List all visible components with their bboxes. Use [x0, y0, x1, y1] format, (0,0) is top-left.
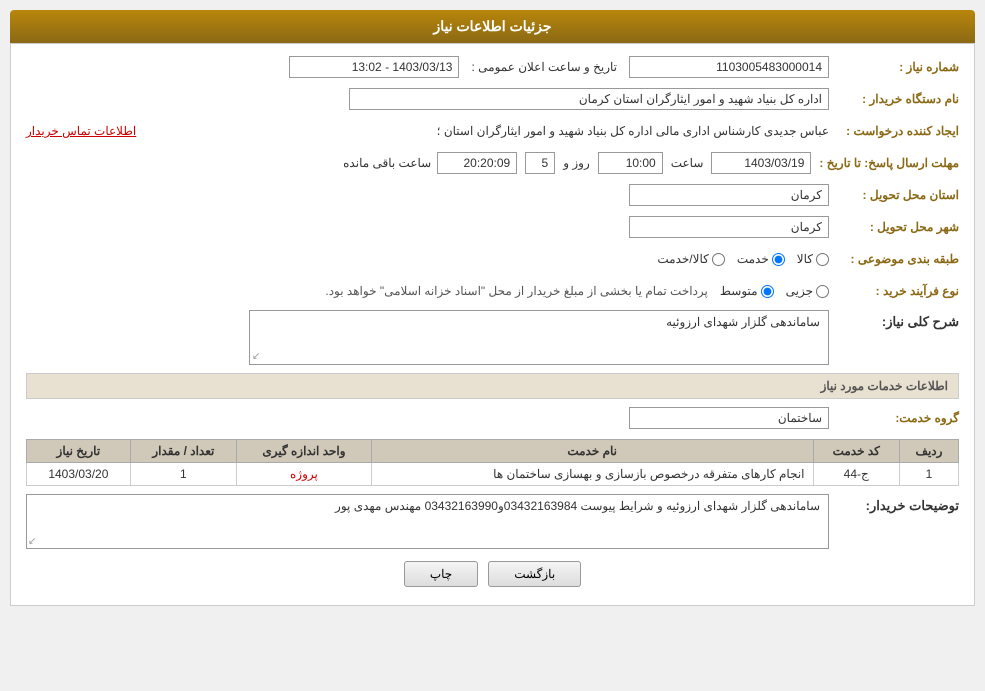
requester-row: ایجاد کننده درخواست : عباس جدیدی کارشناس… [26, 118, 959, 144]
requester-label: ایجاد کننده درخواست : [829, 124, 959, 138]
category-radio-khedmat[interactable] [772, 253, 785, 266]
province-value: کرمان [791, 188, 822, 202]
service-group-label: گروه خدمت: [829, 411, 959, 425]
province-row: استان محل تحویل : کرمان [26, 182, 959, 208]
category-label-kala-khedmat: کالا/خدمت [657, 252, 708, 266]
general-desc-box: ساماندهی گلزار شهدای ارزوئیه ↙ [249, 310, 829, 365]
buyer-org-label: نام دستگاه خریدار : [829, 92, 959, 106]
requester-value: عباس جدیدی کارشناس اداری مالی اداره کل ب… [136, 124, 829, 138]
deadline-days: 5 [542, 156, 549, 170]
purchase-type-label-motavasset: متوسط [720, 284, 758, 298]
purchase-type-label-jozii: جزیی [786, 284, 813, 298]
col-service-name: نام خدمت [371, 440, 813, 463]
deadline-row: مهلت ارسال پاسخ: تا تاریخ : 1403/03/19 س… [26, 150, 959, 176]
general-desc-value: ساماندهی گلزار شهدای ارزوئیه [666, 315, 820, 329]
need-number-value: 1103005483000014 [716, 60, 822, 74]
deadline-remaining: 20:20:09 [464, 156, 511, 170]
cell-date: 1403/03/20 [27, 463, 131, 486]
category-radio-kala[interactable] [816, 253, 829, 266]
page-title: جزئیات اطلاعات نیاز [433, 18, 551, 34]
col-unit: واحد اندازه گیری [237, 440, 372, 463]
cell-row-num: 1 [899, 463, 958, 486]
category-label-kala: کالا [797, 252, 813, 266]
purchase-type-label: نوع فرآیند خرید : [829, 284, 959, 298]
buyer-notes-value: ساماندهی گلزار شهدای ارزوئیه و شرایط پیو… [335, 499, 820, 513]
resize-handle: ↙ [252, 351, 260, 362]
purchase-type-radio-jozii[interactable] [816, 285, 829, 298]
cell-quantity: 1 [130, 463, 236, 486]
col-quantity: تعداد / مقدار [130, 440, 236, 463]
deadline-remaining-box: 20:20:09 [437, 152, 517, 174]
col-row-num: ردیف [899, 440, 958, 463]
col-date: تاریخ نیاز [27, 440, 131, 463]
announcement-label: تاریخ و ساعت اعلان عمومی : [471, 60, 617, 74]
need-number-row: شماره نیاز : 1103005483000014 تاریخ و سا… [26, 54, 959, 80]
deadline-time-label: ساعت [671, 156, 704, 170]
purchase-type-option-jozii[interactable]: جزیی [786, 284, 829, 298]
table-row: 1 ج-44 انجام کارهای متفرقه درخصوص بازساز… [27, 463, 959, 486]
print-button[interactable]: چاپ [404, 561, 478, 587]
buyer-notes-container: ساماندهی گلزار شهدای ارزوئیه و شرایط پیو… [26, 494, 829, 549]
purchase-type-row: نوع فرآیند خرید : جزیی متوسط پرداخت تمام… [26, 278, 959, 304]
service-group-box: ساختمان [629, 407, 829, 429]
category-option-kala-khedmat[interactable]: کالا/خدمت [657, 252, 724, 266]
deadline-date-box: 1403/03/19 [711, 152, 811, 174]
category-option-kala[interactable]: کالا [797, 252, 829, 266]
content-area: شماره نیاز : 1103005483000014 تاریخ و سا… [10, 43, 975, 606]
general-desc-row: شرح کلی نیاز: ساماندهی گلزار شهدای ارزوئ… [26, 310, 959, 365]
service-group-value: ساختمان [778, 411, 822, 425]
service-group-row: گروه خدمت: ساختمان [26, 405, 959, 431]
category-radio-kala-khedmat[interactable] [712, 253, 725, 266]
deadline-days-box: 5 [525, 152, 555, 174]
deadline-date: 1403/03/19 [744, 156, 804, 170]
city-label: شهر محل تحویل : [829, 220, 959, 234]
buyer-notes-box: ساماندهی گلزار شهدای ارزوئیه و شرایط پیو… [26, 494, 829, 549]
buyer-org-row: نام دستگاه خریدار : اداره کل بنیاد شهید … [26, 86, 959, 112]
services-section-header: اطلاعات خدمات مورد نیاز [26, 373, 959, 399]
buttons-row: بازگشت چاپ [26, 561, 959, 587]
deadline-day-label: روز و [563, 156, 590, 170]
buyer-org-value: اداره کل بنیاد شهید و امور ایثارگران است… [579, 92, 822, 106]
announcement-value: 1403/03/13 - 13:02 [352, 60, 453, 74]
general-desc-label: شرح کلی نیاز: [829, 310, 959, 330]
services-table-section: ردیف کد خدمت نام خدمت واحد اندازه گیری ت… [26, 439, 959, 486]
services-table: ردیف کد خدمت نام خدمت واحد اندازه گیری ت… [26, 439, 959, 486]
cell-service-name: انجام کارهای متفرقه درخصوص بازسازی و بهس… [371, 463, 813, 486]
buyer-notes-row: توضیحات خریدار: ساماندهی گلزار شهدای ارز… [26, 494, 959, 549]
page-header: جزئیات اطلاعات نیاز [10, 10, 975, 43]
purchase-type-radio-motavasset[interactable] [761, 285, 774, 298]
col-service-code: کد خدمت [813, 440, 899, 463]
category-label-khedmat: خدمت [737, 252, 769, 266]
category-option-khedmat[interactable]: خدمت [737, 252, 785, 266]
purchase-type-option-motavasset[interactable]: متوسط [720, 284, 774, 298]
category-label: طبقه بندی موضوعی : [829, 252, 959, 266]
need-number-box: 1103005483000014 [629, 56, 829, 78]
purchase-type-radio-group: جزیی متوسط [720, 284, 829, 298]
announcement-box: 1403/03/13 - 13:02 [289, 56, 459, 78]
deadline-remaining-label: ساعت باقی مانده [343, 156, 431, 170]
cell-service-code: ج-44 [813, 463, 899, 486]
deadline-time: 10:00 [626, 156, 656, 170]
category-row: طبقه بندی موضوعی : کالا خدمت کالا/خدمت [26, 246, 959, 272]
purchase-type-note: پرداخت تمام یا بخشی از مبلغ خریدار از مح… [325, 284, 708, 298]
deadline-time-box: 10:00 [598, 152, 663, 174]
buyer-notes-label: توضیحات خریدار: [829, 494, 959, 514]
city-row: شهر محل تحویل : کرمان [26, 214, 959, 240]
page-wrapper: جزئیات اطلاعات نیاز شماره نیاز : 1103005… [0, 0, 985, 616]
cell-unit: پروژه [237, 463, 372, 486]
province-label: استان محل تحویل : [829, 188, 959, 202]
table-header-row: ردیف کد خدمت نام خدمت واحد اندازه گیری ت… [27, 440, 959, 463]
need-number-label: شماره نیاز : [829, 60, 959, 74]
category-radio-group: کالا خدمت کالا/خدمت [657, 252, 829, 266]
services-section-label: اطلاعات خدمات مورد نیاز [821, 379, 948, 393]
province-box: کرمان [629, 184, 829, 206]
city-box: کرمان [629, 216, 829, 238]
buyer-org-box: اداره کل بنیاد شهید و امور ایثارگران است… [349, 88, 829, 110]
buyer-notes-resize: ↙ [28, 536, 36, 547]
deadline-label: مهلت ارسال پاسخ: تا تاریخ : [811, 156, 959, 170]
requester-contact-link[interactable]: اطلاعات تماس خریدار [26, 124, 136, 138]
back-button[interactable]: بازگشت [488, 561, 581, 587]
city-value: کرمان [791, 220, 822, 234]
